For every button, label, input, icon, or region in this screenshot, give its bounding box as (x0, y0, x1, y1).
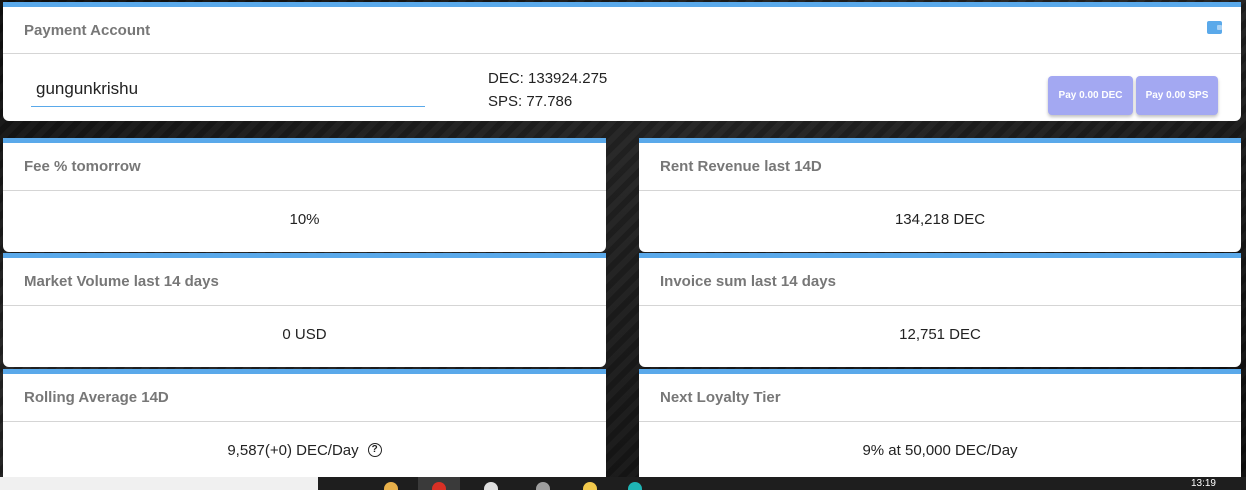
rent-revenue-title: Rent Revenue last 14D (639, 143, 1241, 191)
loyalty-value: 9% at 50,000 DEC/Day (862, 441, 1018, 459)
fee-value: 10% (289, 210, 320, 228)
rolling-average-card: Rolling Average 14D 9,587(+0) DEC/Day ? (3, 369, 606, 477)
rolling-average-title: Rolling Average 14D (3, 374, 606, 422)
app-icon[interactable] (536, 482, 550, 490)
loyalty-card: Next Loyalty Tier 9% at 50,000 DEC/Day (639, 369, 1241, 477)
invoice-sum-card: Invoice sum last 14 days 12,751 DEC (639, 253, 1241, 367)
invoice-sum-title: Invoice sum last 14 days (639, 258, 1241, 306)
taskbar: 13:19 (0, 477, 1246, 490)
fee-card: Fee % tomorrow 10% (3, 138, 606, 252)
pay-dec-button[interactable]: Pay 0.00 DEC (1048, 76, 1133, 115)
rent-revenue-value: 134,218 DEC (894, 210, 986, 228)
app-icon[interactable] (628, 482, 642, 490)
help-icon[interactable]: ? (367, 443, 382, 457)
taskbar-search-area[interactable] (0, 477, 318, 490)
dec-balance: DEC: 133924.275 (488, 70, 608, 87)
market-volume-value: 0 USD (282, 325, 327, 343)
rolling-average-row: 9,587(+0) DEC/Day ? (3, 422, 606, 477)
app-icon[interactable] (583, 482, 597, 490)
wallet-icon[interactable] (1207, 21, 1222, 34)
account-input[interactable] (31, 71, 425, 107)
fee-title: Fee % tomorrow (3, 143, 606, 191)
folder-icon[interactable] (384, 482, 398, 490)
chrome-icon[interactable] (432, 482, 446, 490)
invoice-sum-value: 12,751 DEC (899, 325, 981, 343)
balances: DEC: 133924.275 SPS: 77.786 (488, 67, 607, 113)
sps-balance: SPS: 77.786 (488, 93, 573, 110)
taskbar-clock[interactable]: 13:19 (1191, 478, 1216, 489)
market-volume-card: Market Volume last 14 days 0 USD (3, 253, 606, 367)
payment-account-card: Payment Account DEC: 133924.275 SPS: 77.… (3, 2, 1241, 121)
loyalty-title: Next Loyalty Tier (639, 374, 1241, 422)
rent-revenue-card: Rent Revenue last 14D 134,218 DEC (639, 138, 1241, 252)
app-icon[interactable] (484, 482, 498, 490)
pay-sps-button[interactable]: Pay 0.00 SPS (1136, 76, 1218, 115)
market-volume-title: Market Volume last 14 days (3, 258, 606, 306)
rolling-average-value: 9,587(+0) DEC/Day (227, 441, 359, 459)
payment-account-title: Payment Account (3, 7, 1241, 54)
